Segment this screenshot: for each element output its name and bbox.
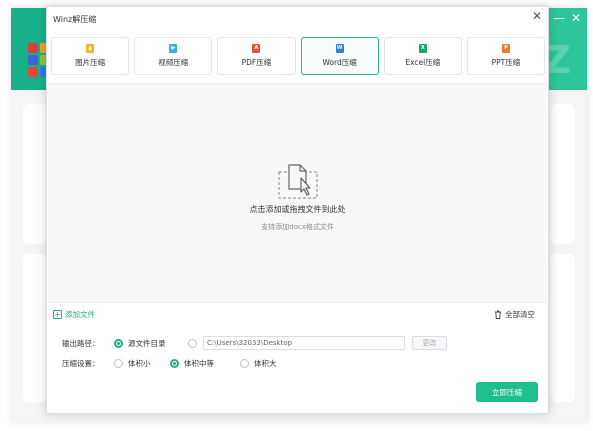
add-file-icon [278,164,318,199]
tab-image-compress[interactable]: ▲ 图片压缩 [51,37,130,75]
minimize-button[interactable]: — [553,12,565,24]
compress-dialog: Winz解压缩 ✕ ▲ 图片压缩 ▶ 视频压缩 A PDF压缩 W Word压缩… [46,6,549,414]
start-compress-button[interactable]: 立即压缩 [476,382,538,402]
word-file-icon: W [335,44,344,53]
tab-label: 图片压缩 [75,58,106,67]
background-card [23,254,47,402]
tab-word-compress[interactable]: W Word压缩 [300,37,379,75]
add-file-label: 添加文件 [65,310,95,319]
output-path-input[interactable] [203,336,405,350]
drop-zone-subtitle: 支持添加docx格式文件 [261,223,334,231]
tab-pdf-compress[interactable]: A PDF压缩 [217,37,296,75]
trash-icon [495,310,501,319]
video-file-icon: ▶ [169,44,178,53]
custom-path-radio[interactable] [188,338,197,348]
excel-file-icon: X [418,44,427,53]
size-small-label: 体积小 [128,358,151,368]
compress-type-tabs: ▲ 图片压缩 ▶ 视频压缩 A PDF压缩 W Word压缩 X Excel压缩… [51,37,546,75]
tab-video-compress[interactable]: ▶ 视频压缩 [134,37,213,75]
source-dir-radio[interactable] [114,338,123,348]
source-dir-label: 源文件目录 [128,338,166,348]
output-path-row: 输出路径： 源文件目录 更改 [62,336,447,350]
tab-label: 视频压缩 [158,58,189,67]
plus-icon: + [53,309,62,319]
change-path-button[interactable]: 更改 [412,336,447,350]
tab-label: Excel压缩 [405,58,441,67]
size-medium-label: 体积中等 [184,358,214,368]
pdf-file-icon: A [252,44,261,53]
add-file-button[interactable]: + 添加文件 [53,309,95,320]
file-drop-zone[interactable]: 点击添加或拖拽文件到此处 支持添加docx格式文件 [48,83,547,303]
output-path-label: 输出路径： [62,338,100,348]
tab-ppt-compress[interactable]: P PPT压缩 [466,37,546,75]
ppt-file-icon: P [501,44,510,53]
size-medium-radio[interactable] [170,358,179,368]
close-icon[interactable]: ✕ [531,10,543,22]
image-file-icon: ▲ [86,44,95,53]
compression-setting-label: 压缩设置： [62,358,100,368]
tab-excel-compress[interactable]: X Excel压缩 [383,37,462,75]
size-large-label: 体积大 [254,358,277,368]
tab-label: PPT压缩 [491,58,521,67]
background-card [551,254,575,402]
clear-all-label: 全部清空 [505,310,535,319]
close-app-button[interactable]: ✕ [571,12,581,24]
drop-zone-title: 点击添加或拖拽文件到此处 [249,205,346,214]
clear-all-button[interactable]: 全部清空 [494,309,535,320]
tab-label: PDF压缩 [241,58,272,67]
dialog-title: Winz解压缩 [53,15,97,24]
size-large-radio[interactable] [240,358,249,368]
background-card [23,104,47,244]
compression-setting-row: 压缩设置： 体积小 体积中等 体积大 [62,356,277,370]
background-card [551,104,575,244]
tab-label: Word压缩 [322,58,357,67]
size-small-radio[interactable] [114,358,123,368]
